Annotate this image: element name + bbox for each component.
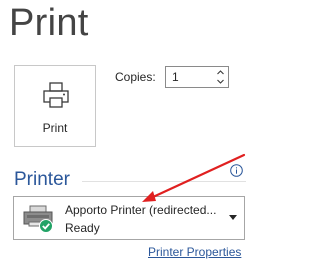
printer-icon [43,82,69,108]
copies-stepper[interactable]: 1 [165,66,229,88]
printer-ready-icon [23,205,53,233]
section-divider [82,181,246,182]
print-button[interactable]: Print [14,65,96,147]
copies-label: Copies: [115,70,156,84]
print-button-label: Print [42,121,68,135]
page-title: Print [9,2,89,44]
chevron-down-icon[interactable] [229,215,237,220]
copies-value[interactable]: 1 [172,70,179,84]
printer-dropdown[interactable]: Apporto Printer (redirected... Ready [13,196,245,240]
printer-name: Apporto Printer (redirected... [65,203,217,217]
printer-status: Ready [65,221,100,235]
info-icon[interactable] [230,164,243,177]
stepper-arrows-icon[interactable] [216,68,225,86]
printer-properties-link[interactable]: Printer Properties [148,245,241,259]
printer-section-title: Printer [14,169,70,190]
